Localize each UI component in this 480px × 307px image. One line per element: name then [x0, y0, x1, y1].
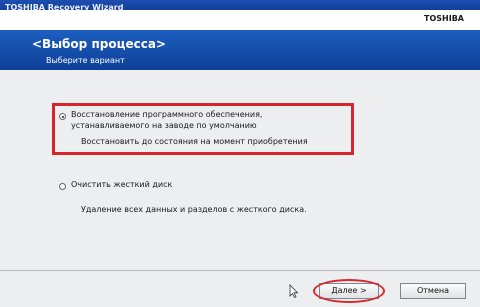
- option-wipe-disk-label[interactable]: Очистить жесткий диск: [71, 180, 172, 189]
- step-header: <Выбор процесса> Выберите вариант: [0, 30, 480, 70]
- recovery-wizard-window: TOSHIBA Recovery Wizard TOSHIBA <Выбор п…: [0, 0, 480, 307]
- option-wipe-disk-description: Удаление всех данных и разделов с жестко…: [81, 205, 307, 214]
- brand-logo: TOSHIBA: [424, 14, 464, 23]
- step-title: <Выбор процесса>: [32, 37, 166, 51]
- next-button-annotation-oval: [313, 279, 385, 303]
- cancel-button[interactable]: Отмена: [400, 283, 466, 299]
- step-subtitle: Выберите вариант: [46, 56, 125, 65]
- brand-bar: TOSHIBA: [0, 10, 480, 30]
- highlight-annotation-box: [52, 103, 354, 155]
- radio-wipe-disk[interactable]: [59, 183, 66, 190]
- options-panel: [0, 70, 480, 270]
- mouse-cursor-icon: [289, 284, 299, 298]
